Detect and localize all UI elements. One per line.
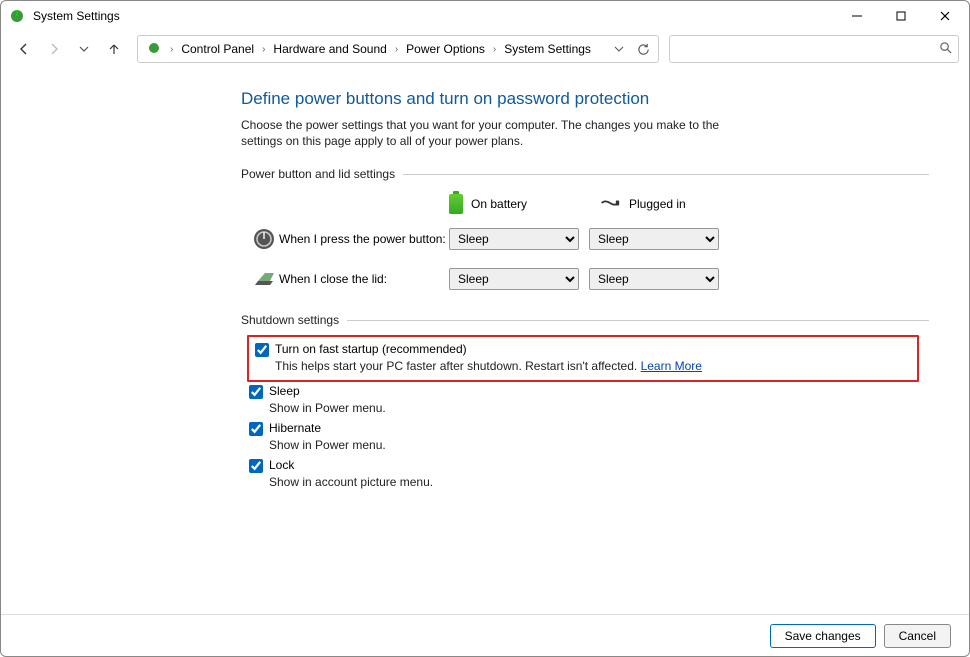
titlebar: System Settings [1,1,969,31]
nav-recent-button[interactable] [71,36,97,62]
shutdown-list: Turn on fast startup (recommended) This … [241,335,929,489]
content-area: Define power buttons and turn on passwor… [1,71,969,612]
column-header-plugged: Plugged in [629,197,686,211]
minimize-button[interactable] [835,1,879,31]
save-button[interactable]: Save changes [770,624,876,648]
plug-icon [599,197,621,211]
chevron-right-icon[interactable]: › [393,44,400,55]
sleep-checkbox[interactable] [249,385,263,399]
lid-row: When I close the lid: Do nothingSleepHib… [249,259,929,299]
power-button-label: When I press the power button: [279,232,449,246]
power-lid-grid: On battery Plugged in When I press the p… [249,189,929,299]
chevron-right-icon[interactable]: › [491,44,498,55]
fast-startup-highlight: Turn on fast startup (recommended) This … [247,335,919,382]
sleep-desc: Show in Power menu. [269,401,929,415]
nav-up-button[interactable] [101,36,127,62]
hibernate-label: Hibernate [269,421,321,435]
fast-startup-desc: This helps start your PC faster after sh… [275,359,641,373]
nav-forward-button[interactable] [41,36,67,62]
page-title: Define power buttons and turn on passwor… [241,89,929,109]
lock-checkbox[interactable] [249,459,263,473]
lock-desc: Show in account picture menu. [269,475,929,489]
fast-startup-checkbox[interactable] [255,343,269,357]
maximize-button[interactable] [879,1,923,31]
cancel-button[interactable]: Cancel [884,624,951,648]
page-description: Choose the power settings that you want … [241,117,721,149]
power-button-row: When I press the power button: Do nothin… [249,219,929,259]
power-button-battery-select[interactable]: Do nothingSleepHibernateShut down [449,228,579,250]
lid-battery-select[interactable]: Do nothingSleepHibernateShut down [449,268,579,290]
search-icon[interactable] [939,41,952,57]
power-button-plugged-select[interactable]: Do nothingSleepHibernateShut down [589,228,719,250]
section-label-power-lid: Power button and lid settings [241,167,395,181]
sleep-label: Sleep [269,384,300,398]
column-header-battery: On battery [471,197,527,211]
breadcrumb-item[interactable]: Control Panel [177,40,258,58]
breadcrumb-item[interactable]: Power Options [402,40,489,58]
breadcrumb-item[interactable]: Hardware and Sound [269,40,390,58]
learn-more-link[interactable]: Learn More [641,359,702,373]
lid-label: When I close the lid: [279,272,449,286]
search-input[interactable] [676,42,939,56]
window-title: System Settings [33,9,120,23]
breadcrumb-item[interactable]: System Settings [500,40,595,58]
battery-icon [449,194,463,214]
lock-label: Lock [269,458,294,472]
close-button[interactable] [923,1,967,31]
power-button-icon [249,227,279,251]
section-label-shutdown: Shutdown settings [241,313,339,327]
search-box[interactable] [669,35,959,63]
lid-plugged-select[interactable]: Do nothingSleepHibernateShut down [589,268,719,290]
app-icon [9,8,25,24]
chevron-right-icon[interactable]: › [260,44,267,55]
refresh-button[interactable] [632,38,654,60]
footer: Save changes Cancel [1,614,969,656]
fast-startup-label: Turn on fast startup (recommended) [275,342,467,356]
hibernate-checkbox[interactable] [249,422,263,436]
address-icon [142,38,166,61]
address-bar[interactable]: › Control Panel › Hardware and Sound › P… [137,35,659,63]
navbar: › Control Panel › Hardware and Sound › P… [1,31,969,67]
hibernate-desc: Show in Power menu. [269,438,929,452]
chevron-right-icon[interactable]: › [168,44,175,55]
address-dropdown-button[interactable] [608,38,630,60]
nav-back-button[interactable] [11,36,37,62]
lid-icon [249,267,279,291]
